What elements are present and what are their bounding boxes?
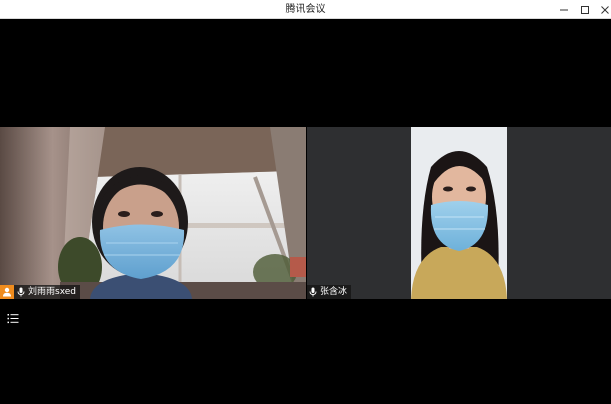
video-stage: 刘雨雨sxed 张含冰 xyxy=(0,19,611,404)
participant-name: 刘雨雨sxed xyxy=(28,287,76,297)
meeting-window: 腾讯会议 刘雨雨sxed 张含冰 xyxy=(0,0,611,404)
close-button[interactable] xyxy=(597,2,611,17)
camera-feed-participant-2 xyxy=(411,127,507,299)
window-title: 腾讯会议 xyxy=(285,4,326,15)
microphone-icon xyxy=(309,287,317,297)
participant-name: 张含冰 xyxy=(320,287,348,297)
participant-2-nameplate: 张含冰 xyxy=(307,285,352,299)
video-tile-participant-1[interactable]: 刘雨雨sxed xyxy=(0,127,306,299)
participant-list-button[interactable] xyxy=(6,312,20,324)
minimize-icon xyxy=(560,9,568,10)
minimize-button[interactable] xyxy=(556,2,572,17)
title-bar[interactable]: 腾讯会议 xyxy=(0,0,611,19)
maximize-icon xyxy=(581,5,589,14)
microphone-icon xyxy=(17,287,25,297)
host-user-icon xyxy=(0,285,14,299)
camera-feed-participant-1 xyxy=(0,127,306,299)
participant-1-nameplate: 刘雨雨sxed xyxy=(0,285,80,299)
close-icon xyxy=(601,5,609,14)
maximize-button[interactable] xyxy=(577,2,593,17)
list-menu-icon xyxy=(7,313,19,323)
video-tile-participant-2[interactable]: 张含冰 xyxy=(307,127,611,299)
